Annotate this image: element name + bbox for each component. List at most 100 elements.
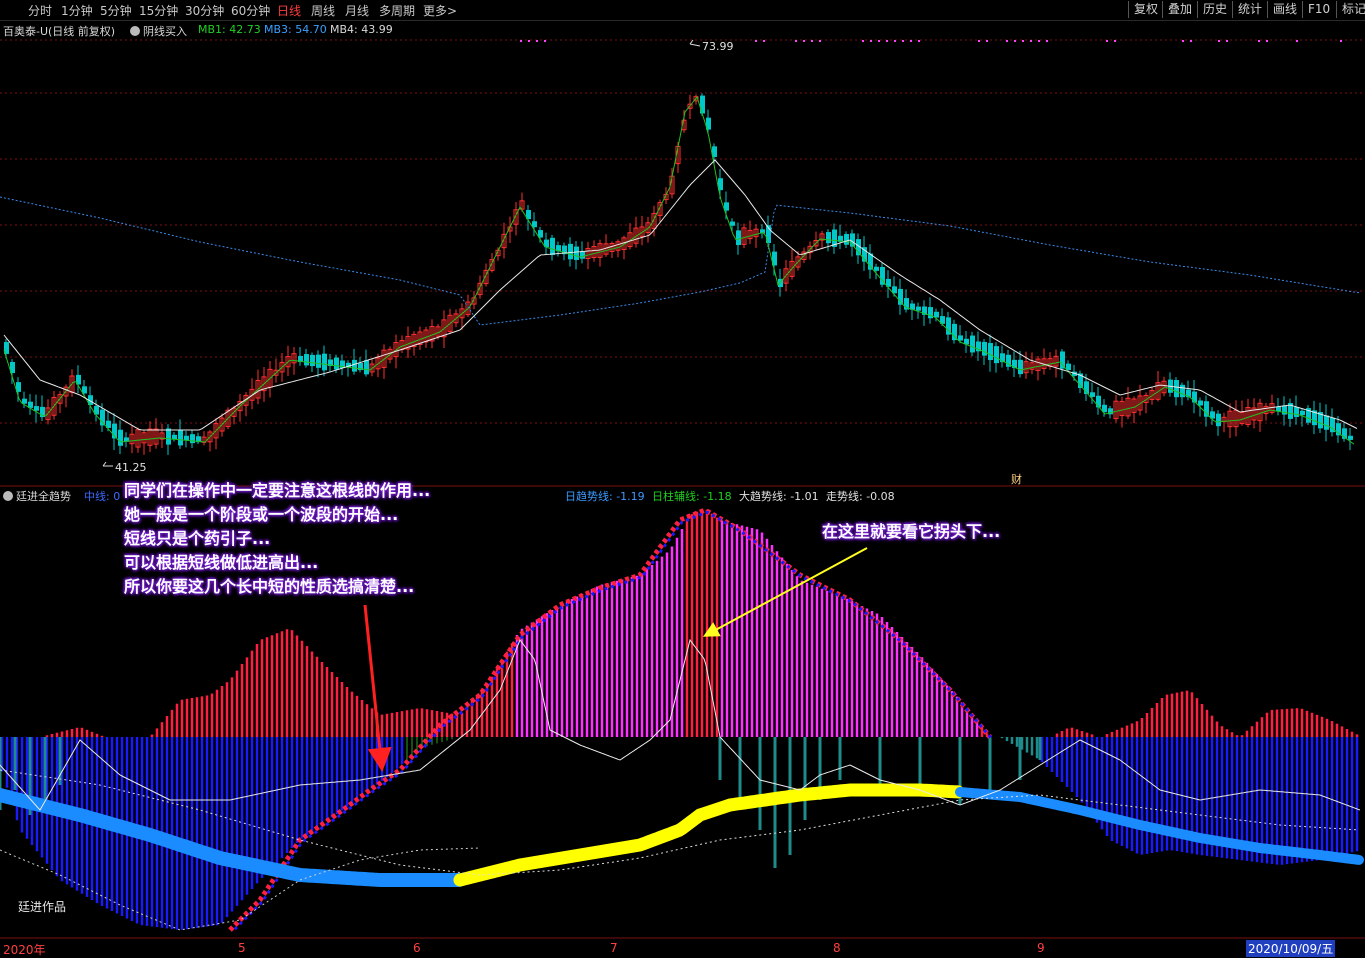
signal-dot bbox=[1218, 40, 1220, 42]
ma-long-line bbox=[3, 159, 1358, 431]
axis-label-year: 2020年 bbox=[3, 943, 46, 957]
annotation-line: 同学们在操作中一定要注意这根线的作用... bbox=[124, 481, 431, 500]
signal-dot bbox=[862, 40, 864, 42]
candle-body bbox=[322, 353, 327, 371]
signal-dot bbox=[819, 40, 821, 42]
signal-dot bbox=[811, 40, 813, 42]
candle-body bbox=[1096, 395, 1101, 408]
axis-label-aug: 8 bbox=[833, 941, 841, 955]
candle-body bbox=[1324, 415, 1329, 430]
candle-body bbox=[1300, 410, 1305, 416]
annotation-line: 可以根据短线做低进高出... bbox=[124, 553, 319, 572]
candle-body bbox=[1060, 351, 1065, 369]
ri-qushi-value: 日趋势线: -1.19 bbox=[565, 490, 645, 503]
candle-body bbox=[982, 341, 987, 356]
annotation-left: 同学们在操作中一定要注意这根线的作用... 她一般是一个阶段或一个波段的开始..… bbox=[124, 479, 430, 599]
signal-dot bbox=[1114, 40, 1116, 42]
yellow-arrow bbox=[702, 547, 868, 637]
axis-label-sep: 9 bbox=[1037, 941, 1045, 955]
candle-body bbox=[580, 251, 585, 259]
watermark-text: 廷进作品 bbox=[18, 900, 67, 914]
candle-body bbox=[190, 434, 195, 444]
signal-dot bbox=[536, 40, 538, 42]
candle-body bbox=[958, 335, 963, 341]
candle-body bbox=[178, 429, 183, 446]
lightblue-trend-band bbox=[0, 788, 466, 887]
candle-body bbox=[970, 335, 975, 353]
signal-dot bbox=[910, 40, 912, 42]
signal-dot bbox=[1038, 40, 1040, 42]
candle-body bbox=[532, 221, 537, 228]
axis-label-june: 6 bbox=[413, 941, 421, 955]
annotation-right: 在这里就要看它拐头下... bbox=[822, 522, 1001, 541]
high-price-label: 73.99 bbox=[702, 40, 734, 53]
ri-zhu-value: 日柱辅线: -1.18 bbox=[652, 490, 732, 503]
signal-dot bbox=[878, 40, 880, 42]
ma-dotted-line bbox=[0, 196, 1360, 326]
low-marker bbox=[102, 461, 113, 467]
candle-body bbox=[166, 428, 171, 445]
candle-body bbox=[1204, 401, 1209, 417]
signal-dot bbox=[986, 40, 988, 42]
candle-body bbox=[574, 246, 579, 260]
candle-body bbox=[700, 95, 705, 114]
signal-dot bbox=[1226, 40, 1228, 42]
candle-body bbox=[352, 359, 357, 372]
candle-body bbox=[1174, 380, 1179, 398]
signal-dot bbox=[520, 40, 522, 42]
current-date-label: 2020/10/09/五 bbox=[1246, 940, 1336, 957]
candle-body bbox=[874, 266, 879, 271]
signal-dot bbox=[978, 40, 980, 42]
signal-dot bbox=[544, 40, 546, 42]
signal-dot bbox=[1022, 40, 1024, 42]
zoushi-value: 走势线: -0.08 bbox=[826, 490, 895, 503]
axis-label-july: 7 bbox=[610, 941, 618, 955]
low-price-label: 41.25 bbox=[115, 461, 147, 474]
candle-body bbox=[1018, 359, 1023, 375]
signal-dot bbox=[1014, 40, 1016, 42]
signal-dot bbox=[1258, 40, 1260, 42]
chart-canvas[interactable] bbox=[0, 0, 1365, 956]
candle-body bbox=[568, 243, 573, 260]
signal-dot bbox=[1030, 40, 1032, 42]
signal-dot bbox=[1296, 40, 1298, 42]
da-qushi-value: 大趋势线: -1.01 bbox=[739, 490, 819, 503]
candle-body bbox=[826, 232, 831, 244]
candle-body bbox=[334, 357, 339, 370]
annotation-line: 她一般是一个阶段或一个波段的开始... bbox=[124, 505, 399, 524]
signal-dot bbox=[902, 40, 904, 42]
candle-body bbox=[916, 306, 921, 311]
annotation-line: 短线只是个药引子... bbox=[124, 529, 271, 548]
candle-body bbox=[736, 230, 741, 246]
candle-body bbox=[1348, 435, 1353, 440]
candle-body bbox=[316, 354, 321, 368]
candle-body bbox=[310, 354, 315, 367]
signal-dot bbox=[763, 40, 765, 42]
yellow-trend-band bbox=[453, 783, 965, 887]
candle-body bbox=[1198, 400, 1203, 406]
candle-body bbox=[844, 234, 849, 245]
signal-dot bbox=[1190, 40, 1192, 42]
zhongxian-value: 中线: 0 bbox=[84, 490, 121, 503]
candle-body bbox=[1180, 384, 1185, 398]
sub-indicator-selector[interactable]: 廷进全趋势 bbox=[3, 488, 71, 504]
candle-body bbox=[304, 354, 309, 366]
signal-dot bbox=[755, 40, 757, 42]
signal-dot bbox=[886, 40, 888, 42]
candle-body bbox=[550, 237, 555, 256]
signal-dot bbox=[1046, 40, 1048, 42]
signal-dot bbox=[1006, 40, 1008, 42]
candle-body bbox=[22, 398, 27, 404]
annotation-line: 所以你要这几个长中短的性质选搞清楚... bbox=[124, 577, 415, 596]
signal-dot bbox=[1182, 40, 1184, 42]
candle-body bbox=[1294, 407, 1299, 417]
candle-body bbox=[988, 343, 993, 361]
cai-marker[interactable]: 财 bbox=[1011, 471, 1022, 487]
signal-dot bbox=[918, 40, 920, 42]
axis-label-may: 5 bbox=[238, 941, 246, 955]
signal-dot bbox=[870, 40, 872, 42]
candle-body bbox=[1090, 392, 1095, 397]
candle-body bbox=[730, 221, 735, 226]
candle-body bbox=[34, 406, 39, 411]
signal-dot bbox=[1106, 40, 1108, 42]
